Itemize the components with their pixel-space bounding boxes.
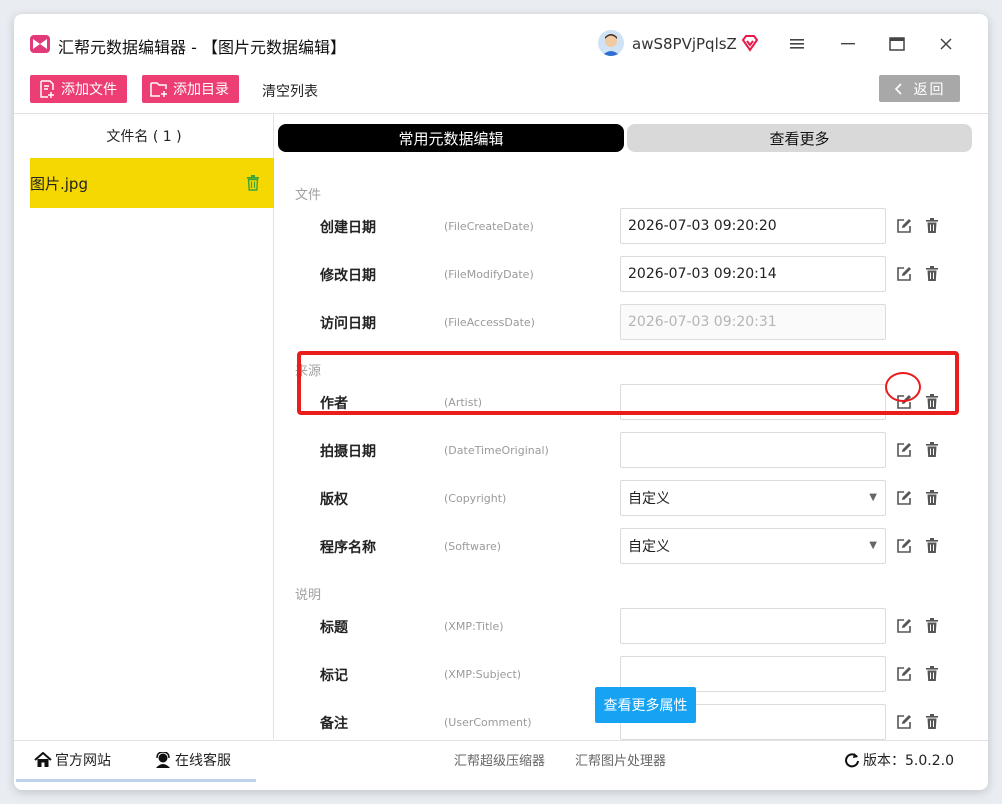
trash-icon[interactable] — [925, 714, 939, 730]
field-key-artist: (Artist) — [444, 396, 483, 409]
app-window: 汇帮元数据编辑器 - 【图片元数据编辑】 awS8PVjPqlsZ 添加文件 添… — [14, 14, 988, 790]
version-label: 版本：5.0.2.0 — [863, 753, 954, 769]
compressor-link[interactable]: 汇帮超级压缩器 — [454, 750, 545, 769]
field-input-access-date: 2026-07-03 09:20:31 — [620, 304, 886, 340]
official-website-link[interactable]: 官方网站 — [34, 750, 111, 770]
vip-diamond-icon[interactable] — [740, 33, 760, 53]
add-file-label: 添加文件 — [61, 82, 117, 98]
username[interactable]: awS8PVjPqlsZ — [632, 35, 737, 53]
back-button[interactable]: 返回 — [879, 75, 960, 102]
maximize-icon[interactable] — [883, 30, 911, 58]
window-title: 汇帮元数据编辑器 - 【图片元数据编辑】 — [58, 38, 346, 57]
field-input-artist[interactable] — [620, 384, 886, 420]
field-label-title: 标题 — [320, 620, 348, 636]
field-input-modify-date[interactable]: 2026-07-03 09:20:14 — [620, 256, 886, 292]
file-list-sidebar: 文件名 ( 1 ) 图片.jpg — [14, 114, 274, 739]
edit-icon[interactable] — [896, 490, 912, 506]
home-icon — [34, 752, 52, 767]
trash-icon[interactable] — [925, 266, 939, 282]
edit-icon[interactable] — [896, 618, 912, 634]
metadata-panel: 常用元数据编辑 查看更多 文件 来源 说明 创建日期 (FileCreateDat… — [275, 114, 988, 740]
field-key-copyright: (Copyright) — [444, 492, 507, 505]
back-label: 返回 — [913, 81, 946, 98]
support-agent-icon — [156, 752, 170, 768]
trash-icon[interactable] — [925, 442, 939, 458]
version-info: 版本：5.0.2.0 — [844, 750, 954, 770]
menu-icon[interactable] — [783, 30, 811, 58]
toolbar: 添加文件 添加目录 清空列表 返回 — [14, 72, 988, 114]
title-bar: 汇帮元数据编辑器 - 【图片元数据编辑】 awS8PVjPqlsZ — [14, 14, 988, 72]
field-value-software: 自定义 — [628, 539, 670, 555]
edit-icon[interactable] — [896, 538, 912, 554]
edit-icon[interactable] — [896, 714, 912, 730]
app-logo-icon — [30, 35, 50, 53]
field-label-subject: 标记 — [320, 668, 348, 684]
field-label-access-date: 访问日期 — [320, 316, 376, 332]
tab-view-more[interactable]: 查看更多 — [627, 124, 972, 152]
minimize-icon[interactable] — [834, 30, 862, 58]
trash-icon[interactable] — [925, 218, 939, 234]
add-file-button[interactable]: 添加文件 — [30, 75, 127, 103]
field-label-user-comment: 备注 — [320, 716, 348, 732]
official-website-label: 官方网站 — [55, 753, 111, 769]
online-support-link[interactable]: 在线客服 — [154, 750, 231, 770]
field-input-create-date[interactable]: 2026-07-03 09:20:20 — [620, 208, 886, 244]
taskbar-indicator — [16, 779, 256, 782]
field-input-title[interactable] — [620, 608, 886, 644]
field-label-software: 程序名称 — [320, 540, 376, 556]
online-support-label: 在线客服 — [175, 753, 231, 769]
field-label-modify-date: 修改日期 — [320, 268, 376, 284]
field-value-create-date: 2026-07-03 09:20:20 — [628, 218, 777, 234]
field-key-user-comment: (UserComment) — [444, 716, 532, 729]
field-label-artist: 作者 — [320, 396, 348, 412]
section-source: 来源 — [295, 364, 322, 379]
image-processor-link[interactable]: 汇帮图片处理器 — [575, 750, 666, 769]
trash-icon[interactable] — [925, 666, 939, 682]
field-label-datetime-original: 拍摄日期 — [320, 444, 376, 460]
field-input-datetime-original[interactable] — [620, 432, 886, 468]
footer-bar: 官方网站 在线客服 汇帮超级压缩器 汇帮图片处理器 版本：5.0.2.0 — [14, 740, 988, 774]
tab-common-metadata[interactable]: 常用元数据编辑 — [278, 124, 624, 152]
field-label-copyright: 版权 — [320, 492, 348, 508]
field-key-software: (Software) — [444, 540, 502, 553]
file-count-header: 文件名 ( 1 ) — [106, 129, 182, 145]
user-avatar[interactable] — [598, 30, 624, 56]
field-label-create-date: 创建日期 — [320, 220, 376, 236]
section-file: 文件 — [295, 188, 322, 203]
field-value-copyright: 自定义 — [628, 491, 670, 507]
field-value-access-date: 2026-07-03 09:20:31 — [628, 314, 777, 330]
trash-icon[interactable] — [925, 618, 939, 634]
add-directory-button[interactable]: 添加目录 — [142, 75, 239, 103]
field-select-copyright[interactable]: 自定义 — [620, 480, 886, 516]
add-folder-icon — [150, 82, 167, 97]
edit-icon[interactable] — [896, 218, 912, 234]
close-icon[interactable] — [932, 30, 960, 58]
trash-icon[interactable] — [246, 175, 260, 195]
clear-list-button[interactable]: 清空列表 — [262, 81, 318, 101]
edit-icon[interactable] — [896, 394, 912, 410]
field-key-subject: (XMP:Subject) — [444, 668, 522, 681]
add-directory-label: 添加目录 — [173, 82, 229, 98]
field-key-create-date: (FileCreateDate) — [444, 220, 534, 233]
trash-icon[interactable] — [925, 394, 939, 410]
refresh-icon[interactable] — [844, 752, 860, 768]
field-key-title: (XMP:Title) — [444, 620, 504, 633]
view-more-attributes-button[interactable]: 查看更多属性 — [595, 687, 696, 723]
edit-icon[interactable] — [896, 666, 912, 682]
trash-icon[interactable] — [925, 490, 939, 506]
edit-icon[interactable] — [896, 266, 912, 282]
field-select-software[interactable]: 自定义 — [620, 528, 886, 564]
chevron-left-icon — [894, 82, 902, 95]
field-key-datetime-original: (DateTimeOriginal) — [444, 444, 549, 457]
section-description: 说明 — [295, 588, 322, 603]
field-key-access-date: (FileAccessDate) — [444, 316, 535, 329]
trash-icon[interactable] — [925, 538, 939, 554]
file-name: 图片.jpg — [30, 174, 88, 193]
field-key-modify-date: (FileModifyDate) — [444, 268, 534, 281]
add-file-icon — [40, 80, 54, 98]
field-value-modify-date: 2026-07-03 09:20:14 — [628, 266, 777, 282]
file-list-item[interactable]: 图片.jpg — [30, 158, 274, 208]
edit-icon[interactable] — [896, 442, 912, 458]
